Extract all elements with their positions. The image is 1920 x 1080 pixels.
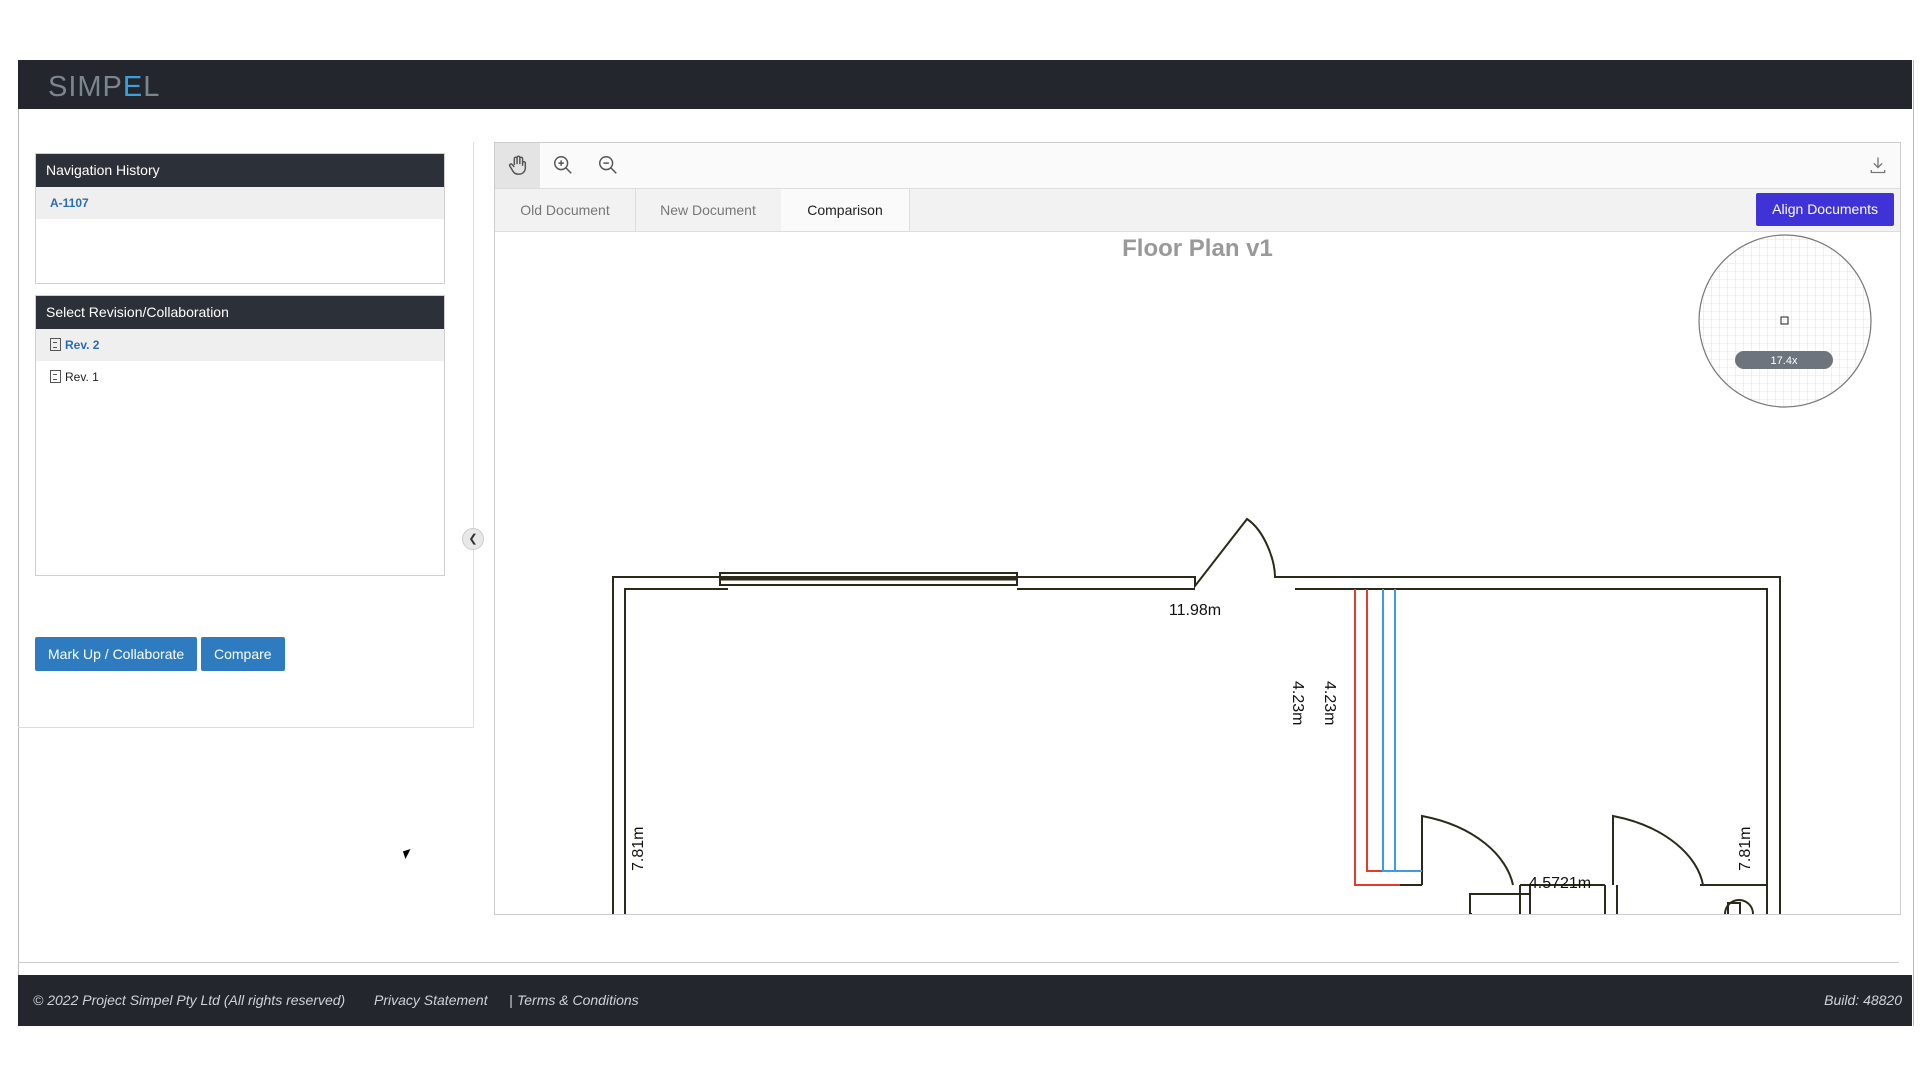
navigation-history-panel: Navigation History A-1107 <box>35 153 445 284</box>
align-documents-button[interactable]: Align Documents <box>1756 193 1894 226</box>
document-tabs: Old Document New Document Comparison Ali… <box>495 189 1900 232</box>
viewer-toolbar <box>495 143 1900 189</box>
collapse-panel-button[interactable]: ❮ <box>462 528 484 550</box>
compare-button[interactable]: Compare <box>201 637 285 671</box>
dim-mid-right: 4.23m <box>1321 681 1338 725</box>
added-wall-line <box>1382 589 1410 872</box>
zoom-in-icon[interactable] <box>540 143 585 188</box>
revision-item-rev1[interactable]: Rev. 1 <box>36 361 444 393</box>
document-viewer: Old Document New Document Comparison Ali… <box>494 142 1901 915</box>
terms-link[interactable]: Terms & Conditions <box>517 975 639 1026</box>
dim-bottom: 4.5721m <box>1529 875 1591 892</box>
dim-left-side: 7.81m <box>630 827 647 871</box>
document-icon <box>50 338 61 351</box>
added-wall-line <box>1394 589 1422 872</box>
dim-top: 11.98m <box>1169 602 1221 619</box>
revision-item-rev2[interactable]: Rev. 2 <box>36 329 444 361</box>
tab-comparison[interactable]: Comparison <box>781 189 910 231</box>
nav-history-item-a1107[interactable]: A-1107 <box>36 187 444 219</box>
tab-old-document[interactable]: Old Document <box>495 189 636 231</box>
footer-separator: | <box>509 992 513 1008</box>
dim-right-side: 7.81m <box>1737 827 1754 871</box>
privacy-link[interactable]: Privacy Statement <box>374 975 488 1026</box>
hand-icon[interactable] <box>495 143 540 188</box>
navigation-history-title: Navigation History <box>36 154 444 187</box>
zoom-out-icon[interactable] <box>585 143 630 188</box>
removed-wall-line <box>1354 589 1400 886</box>
tab-new-document[interactable]: New Document <box>635 189 782 231</box>
floor-plan-walls <box>612 517 1781 914</box>
top-bar: SIMPEL <box>18 60 1912 109</box>
simpel-logo[interactable]: SIMPEL <box>48 71 160 104</box>
dim-mid-left: 4.23m <box>1289 681 1306 725</box>
revision-panel: Select Revision/Collaboration Rev. 2 Rev… <box>35 295 445 576</box>
zoom-level-text: 17.4x <box>1771 355 1798 367</box>
build-number: Build: 48820 <box>1824 992 1902 1008</box>
revision-panel-title: Select Revision/Collaboration <box>36 296 444 329</box>
markup-collaborate-button[interactable]: Mark Up / Collaborate <box>35 637 198 671</box>
dimension-labels: 11.98m 4.23m 4.23m 7.81m 7.81m 4.5721m <box>630 602 1754 892</box>
chevron-left-icon: ❮ <box>468 533 478 545</box>
floor-plan-canvas[interactable]: 11.98m 4.23m 4.23m 7.81m 7.81m 4.5721m 1… <box>495 231 1900 914</box>
footer: © 2022 Project Simpel Pty Ltd (All right… <box>18 975 1912 1026</box>
zoom-minimap[interactable]: 17.4x <box>1698 234 1872 408</box>
download-icon[interactable] <box>1855 143 1900 188</box>
floor-plan-changes <box>1354 589 1422 886</box>
content-bottom-border <box>18 962 1899 963</box>
document-icon <box>50 370 61 383</box>
copyright-text: © 2022 Project Simpel Pty Ltd (All right… <box>33 992 346 1008</box>
